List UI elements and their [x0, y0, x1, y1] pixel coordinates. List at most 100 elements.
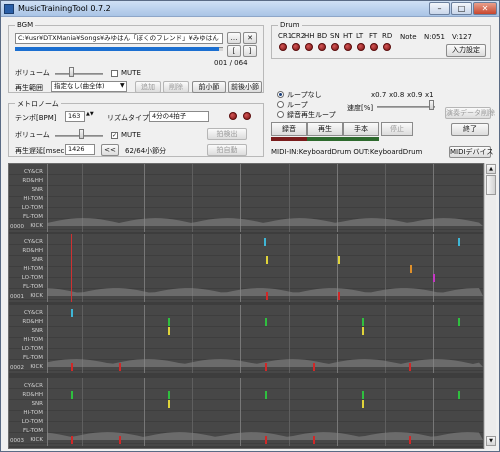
next-bar-button[interactable]: 前後小節: [228, 81, 262, 93]
drum-note: [168, 327, 170, 335]
drum-note: [458, 238, 460, 246]
metronome-volume-slider[interactable]: [79, 129, 84, 139]
metronome-mute-checkbox[interactable]: ✓: [111, 132, 118, 139]
chevron-down-icon[interactable]: ▼: [120, 82, 125, 89]
input-settings-button[interactable]: 入力設定: [446, 44, 486, 57]
score-bar[interactable]: CY&CR RD&HH SNR HI-TOM LO-TOM FL-TOM KICK 0001: [9, 234, 483, 302]
bgm-file-field[interactable]: C:¥usr¥DTXMania¥Songs¥みゆはん「ぼくのフレンド」¥みゆはん…: [15, 33, 223, 44]
delete-perf-button[interactable]: 演奏データ削除: [445, 107, 495, 119]
lane-label: SNR: [31, 401, 43, 407]
window-title: MusicTrainingTool 0.7.2: [18, 4, 111, 13]
drum-note: [338, 292, 340, 300]
lane-label: FL-TOM: [22, 214, 43, 220]
practice-loop-label: 録音再生ループ: [287, 111, 336, 119]
minimize-button[interactable]: –: [429, 2, 450, 15]
midi-status: MIDI-IN:KeyboardDrum OUT:KeyboardDrum: [271, 148, 423, 156]
speed-tick-1: x0.7: [371, 91, 387, 99]
bgm-volume-label: ボリューム: [15, 69, 50, 77]
close-button[interactable]: ✕: [473, 2, 497, 15]
speed-tick-2: x0.8: [389, 91, 405, 99]
tempo-label: テンポ[BPM]: [15, 114, 57, 122]
speed-track: [377, 106, 435, 108]
drum-note: [119, 363, 121, 371]
lane-label: LO-TOM: [21, 346, 43, 352]
drum-pad-label-ft: FT: [369, 32, 378, 40]
drum-note: [264, 238, 266, 246]
midi-device-button[interactable]: MIDIデバイス: [449, 146, 493, 158]
score-bar[interactable]: CY&CR RD&HH SNR HI-TOM LO-TOM FL-TOM KICK 0002: [9, 305, 483, 373]
section-select[interactable]: 指定なし(曲全体): [51, 81, 127, 92]
prev-bar-button[interactable]: 前小節: [192, 81, 226, 93]
metronome-mute-label: MUTE: [121, 131, 141, 139]
drum-note: [266, 256, 268, 264]
section-add-button[interactable]: 追加: [135, 81, 161, 93]
practice-loop-radio[interactable]: [277, 111, 284, 118]
lane-label: FL-TOM: [22, 428, 43, 434]
loop-radio[interactable]: [277, 101, 284, 108]
scroll-thumb[interactable]: [486, 175, 496, 195]
maximize-button[interactable]: □: [451, 2, 472, 15]
bar-number: 0003: [10, 438, 24, 444]
drum-note: [338, 256, 340, 264]
drum-group-title: Drum: [278, 21, 302, 29]
play-indicator: [307, 137, 343, 141]
stop-button[interactable]: 停止: [381, 122, 413, 136]
metronome-group: メトロノーム テンポ[BPM] 163 ▲▼ リズムタイプ 4分の4拍子 ボリュ…: [8, 99, 264, 157]
velocity-value: V:127: [452, 33, 472, 41]
lane-label: SNR: [31, 257, 43, 263]
drum-note: [71, 436, 73, 444]
bgm-mute-checkbox[interactable]: [111, 70, 118, 77]
rhythm-select[interactable]: 4分の4拍子: [149, 111, 209, 122]
speed-slider[interactable]: [429, 100, 434, 110]
record-indicator: [271, 137, 307, 141]
sample-button[interactable]: 手本: [343, 122, 379, 136]
loop-none-radio[interactable]: [277, 91, 284, 98]
auto-sync-button[interactable]: 拍自動: [207, 144, 247, 156]
bgm-clear-button[interactable]: ✕: [243, 32, 257, 44]
beat-lamp-2: [243, 112, 251, 120]
score-bar[interactable]: CY&CR RD&HH SNR HI-TOM LO-TOM FL-TOM KICK 0000: [9, 164, 483, 232]
bgm-mute-label: MUTE: [121, 69, 141, 77]
drum-note: [313, 436, 315, 444]
speed-tick-3: x0.9: [407, 91, 423, 99]
delay-input[interactable]: 1426: [65, 144, 95, 155]
drum-group: Drum CR1 CR2 HH BD SN HT LT FT RD Note N:051 V:1…: [271, 21, 491, 59]
beat-lamp-1: [229, 112, 237, 120]
lane-label: LO-TOM: [21, 419, 43, 425]
sample-indicator: [343, 137, 379, 141]
tap-detect-button[interactable]: 拍検出: [207, 128, 247, 140]
drum-pad-lamp-ht: [344, 43, 352, 51]
metronome-volume-label: ボリューム: [15, 131, 50, 139]
play-button[interactable]: 再生: [307, 122, 343, 136]
drum-note: [313, 363, 315, 371]
drum-pad-lamp-hh: [305, 43, 313, 51]
score-view[interactable]: CY&CR RD&HH SNR HI-TOM LO-TOM FL-TOM KICK 0000 C…: [8, 163, 484, 449]
bgm-loop-b-button[interactable]: ]: [243, 45, 257, 57]
score-scrollbar[interactable]: ▲ ▼: [484, 163, 496, 449]
drum-pad-lamp-rd: [383, 43, 391, 51]
drum-pad-lamp-lt: [357, 43, 365, 51]
score-bar[interactable]: CY&CR RD&HH SNR HI-TOM LO-TOM FL-TOM KICK 0003: [9, 378, 483, 446]
section-delete-button[interactable]: 削除: [163, 81, 189, 93]
drum-note: [265, 363, 267, 371]
rewind-button[interactable]: <<: [101, 144, 119, 156]
drum-note: [458, 391, 460, 399]
exit-button[interactable]: 終了: [451, 123, 489, 136]
bgm-loop-a-button[interactable]: [: [227, 45, 241, 57]
record-button[interactable]: 録音: [271, 122, 307, 136]
section-label: 再生範囲: [15, 84, 43, 92]
drum-note: [362, 318, 364, 326]
scroll-up-button[interactable]: ▲: [486, 164, 496, 174]
drum-note: [458, 318, 460, 326]
drum-note: [433, 274, 435, 282]
tempo-stepper[interactable]: ▲▼: [86, 111, 94, 117]
drum-note: [362, 327, 364, 335]
bgm-open-button[interactable]: …: [227, 32, 241, 44]
drum-note: [265, 318, 267, 326]
tempo-input[interactable]: 163: [65, 111, 85, 122]
drum-pad-lamp-bd: [318, 43, 326, 51]
scroll-down-button[interactable]: ▼: [486, 436, 496, 446]
bgm-position-text: 001 / 064: [214, 59, 248, 67]
drum-note: [265, 436, 267, 444]
bgm-volume-slider[interactable]: [69, 67, 74, 77]
